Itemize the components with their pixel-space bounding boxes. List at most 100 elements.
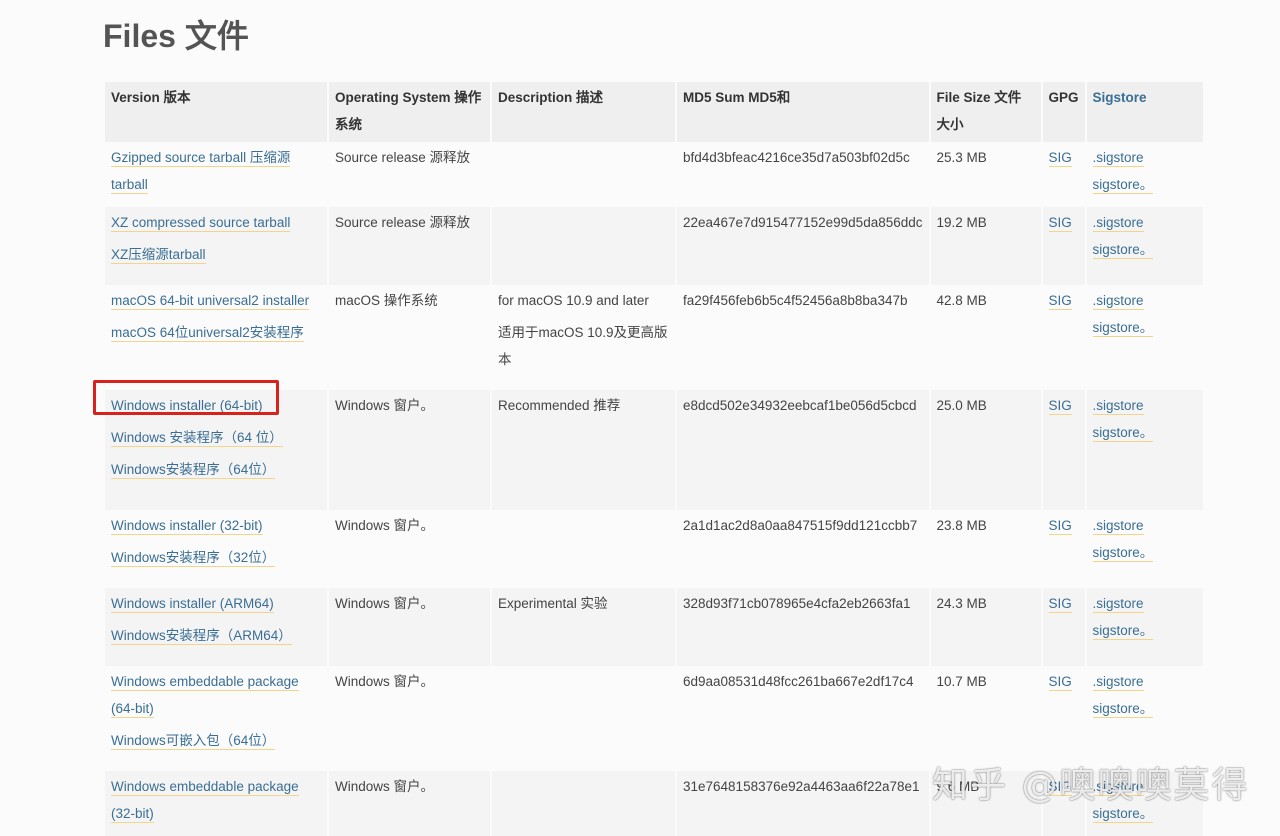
sig-link[interactable]: SIG <box>1048 293 1072 310</box>
file-size-cell: 24.3 MB <box>930 588 1041 666</box>
sigstore-link[interactable]: sigstore。 <box>1092 701 1154 718</box>
header-version: Version 版本 <box>105 82 327 142</box>
sigstore-cell: .sigstore sigstore。 <box>1086 285 1203 390</box>
sigstore-cell: .sigstore sigstore。 <box>1086 207 1203 285</box>
os-cell: macOS 操作系统 <box>329 285 490 390</box>
md5-cell: 2a1d1ac2d8a0aa847515f9dd121ccbb7 <box>677 510 929 588</box>
description-cell <box>492 666 675 771</box>
table-row: Gzipped source tarball 压缩源tarball Source … <box>105 142 1203 207</box>
download-link[interactable]: Gzipped source tarball 压缩源tarball <box>111 150 291 194</box>
description-cell: Experimental 实验 <box>492 588 675 666</box>
sig-link[interactable]: SIG <box>1048 674 1072 691</box>
description-cell <box>492 510 675 588</box>
download-link[interactable]: macOS 64-bit universal2 installer <box>111 293 310 310</box>
download-link[interactable]: Windows installer (64-bit) <box>111 398 263 415</box>
md5-cell: bfd4d3bfeac4216ce35d7a503bf02d5c <box>677 142 929 207</box>
files-table-body: Gzipped source tarball 压缩源tarball Source … <box>105 142 1203 836</box>
header-sigstore[interactable]: Sigstore <box>1086 82 1203 142</box>
sigstore-header-link[interactable]: Sigstore <box>1093 90 1147 105</box>
sigstore-cell: .sigstore sigstore。 <box>1086 510 1203 588</box>
table-row: XZ compressed source tarball XZ压缩源tarball… <box>105 207 1203 285</box>
watermark: 知乎 @噢噢噢莫得 <box>932 765 1250 806</box>
table-header-row: Version 版本 Operating System 操作系统 Descrip… <box>105 82 1203 142</box>
table-row: Windows installer (64-bit) Windows 安装程序（6… <box>105 390 1203 510</box>
file-size-cell: 23.8 MB <box>930 510 1041 588</box>
version-cell: Windows embeddable package (64-bit) Windo… <box>105 666 327 771</box>
description-cell <box>492 142 675 207</box>
download-link[interactable]: XZ压缩源tarball <box>111 247 206 264</box>
table-row: Windows installer (32-bit) Windows安装程序（32… <box>105 510 1203 588</box>
sigstore-link[interactable]: sigstore。 <box>1092 545 1154 562</box>
os-cell: Windows 窗户。 <box>329 666 490 771</box>
file-size-cell: 25.0 MB <box>930 390 1041 510</box>
md5-cell: 6d9aa08531d48fcc261ba667e2df17c4 <box>677 666 929 771</box>
header-description: Description 描述 <box>492 82 675 142</box>
sigstore-link[interactable]: .sigstore <box>1092 150 1144 167</box>
md5-cell: e8dcd502e34932eebcaf1be056d5cbcd <box>677 390 929 510</box>
version-cell: Gzipped source tarball 压缩源tarball <box>105 142 327 207</box>
sigstore-link[interactable]: .sigstore <box>1092 215 1144 232</box>
sig-link[interactable]: SIG <box>1048 150 1072 167</box>
version-cell: Windows installer (32-bit) Windows安装程序（32… <box>105 510 327 588</box>
download-link[interactable]: Windows 安装程序（64 位） <box>111 430 283 447</box>
gpg-cell: SIG <box>1042 142 1085 207</box>
download-link[interactable]: Windows installer (ARM64) <box>111 596 274 613</box>
download-link[interactable]: Windows embeddable package (32-bit) <box>111 779 299 823</box>
download-link[interactable]: Windows安装程序（ARM64） <box>111 628 292 645</box>
description-cell <box>492 771 675 836</box>
version-cell: Windows embeddable package (32-bit) <box>105 771 327 836</box>
files-table: Version 版本 Operating System 操作系统 Descrip… <box>103 82 1205 836</box>
sigstore-link[interactable]: sigstore。 <box>1092 320 1154 337</box>
version-cell: Windows installer (ARM64) Windows安装程序（ARM… <box>105 588 327 666</box>
description-text: Recommended 推荐 <box>498 398 621 413</box>
sigstore-link[interactable]: .sigstore <box>1092 674 1144 691</box>
description-text: Experimental 实验 <box>498 596 608 611</box>
header-md5: MD5 Sum MD5和 <box>677 82 929 142</box>
file-size-cell: 19.2 MB <box>930 207 1041 285</box>
header-os: Operating System 操作系统 <box>329 82 490 142</box>
sigstore-link[interactable]: .sigstore <box>1092 293 1144 310</box>
sigstore-link[interactable]: sigstore。 <box>1092 806 1154 823</box>
description-text: 适用于macOS 10.9及更高版本 <box>498 325 668 367</box>
sigstore-link[interactable]: .sigstore <box>1092 596 1144 613</box>
download-link[interactable]: Windows installer (32-bit) <box>111 518 263 535</box>
sigstore-link[interactable]: .sigstore <box>1092 518 1144 535</box>
description-text: for macOS 10.9 and later <box>498 293 649 308</box>
gpg-cell: SIG <box>1042 390 1085 510</box>
sig-link[interactable]: SIG <box>1048 596 1072 613</box>
download-link[interactable]: Windows安装程序（32位） <box>111 550 276 567</box>
sigstore-cell: .sigstore sigstore。 <box>1086 588 1203 666</box>
sigstore-link[interactable]: sigstore。 <box>1092 242 1154 259</box>
file-size-cell: 25.3 MB <box>930 142 1041 207</box>
download-link[interactable]: Windows安装程序（64位） <box>111 462 276 479</box>
os-cell: Source release 源释放 <box>329 142 490 207</box>
description-cell: for macOS 10.9 and later 适用于macOS 10.9及更高… <box>492 285 675 390</box>
download-link[interactable]: macOS 64位universal2安装程序 <box>111 325 304 342</box>
md5-cell: 328d93f71cb078965e4cfa2eb2663fa1 <box>677 588 929 666</box>
sigstore-cell: .sigstore sigstore。 <box>1086 142 1203 207</box>
gpg-cell: SIG <box>1042 207 1085 285</box>
sig-link[interactable]: SIG <box>1048 518 1072 535</box>
os-cell: Windows 窗户。 <box>329 510 490 588</box>
gpg-cell: SIG <box>1042 285 1085 390</box>
download-link[interactable]: Windows embeddable package (64-bit) <box>111 674 299 718</box>
sigstore-link[interactable]: sigstore。 <box>1092 623 1154 640</box>
sig-link[interactable]: SIG <box>1048 398 1072 415</box>
md5-cell: 22ea467e7d915477152e99d5da856ddc <box>677 207 929 285</box>
page-title: Files 文件 <box>103 18 249 54</box>
header-gpg: GPG <box>1042 82 1085 142</box>
description-cell: Recommended 推荐 <box>492 390 675 510</box>
version-cell: Windows installer (64-bit) Windows 安装程序（6… <box>105 390 327 510</box>
sigstore-link[interactable]: .sigstore <box>1092 398 1144 415</box>
gpg-cell: SIG <box>1042 588 1085 666</box>
download-link[interactable]: Windows可嵌入包（64位） <box>111 733 276 750</box>
gpg-cell: SIG <box>1042 510 1085 588</box>
md5-cell: 31e7648158376e92a4463aa6f22a78e1 <box>677 771 929 836</box>
sigstore-link[interactable]: sigstore。 <box>1092 177 1154 194</box>
download-link[interactable]: XZ compressed source tarball <box>111 215 291 232</box>
sig-link[interactable]: SIG <box>1048 215 1072 232</box>
md5-cell: fa29f456feb6b5c4f52456a8b8ba347b <box>677 285 929 390</box>
sigstore-link[interactable]: sigstore。 <box>1092 425 1154 442</box>
os-cell: Windows 窗户。 <box>329 588 490 666</box>
header-file-size: File Size 文件大小 <box>930 82 1041 142</box>
